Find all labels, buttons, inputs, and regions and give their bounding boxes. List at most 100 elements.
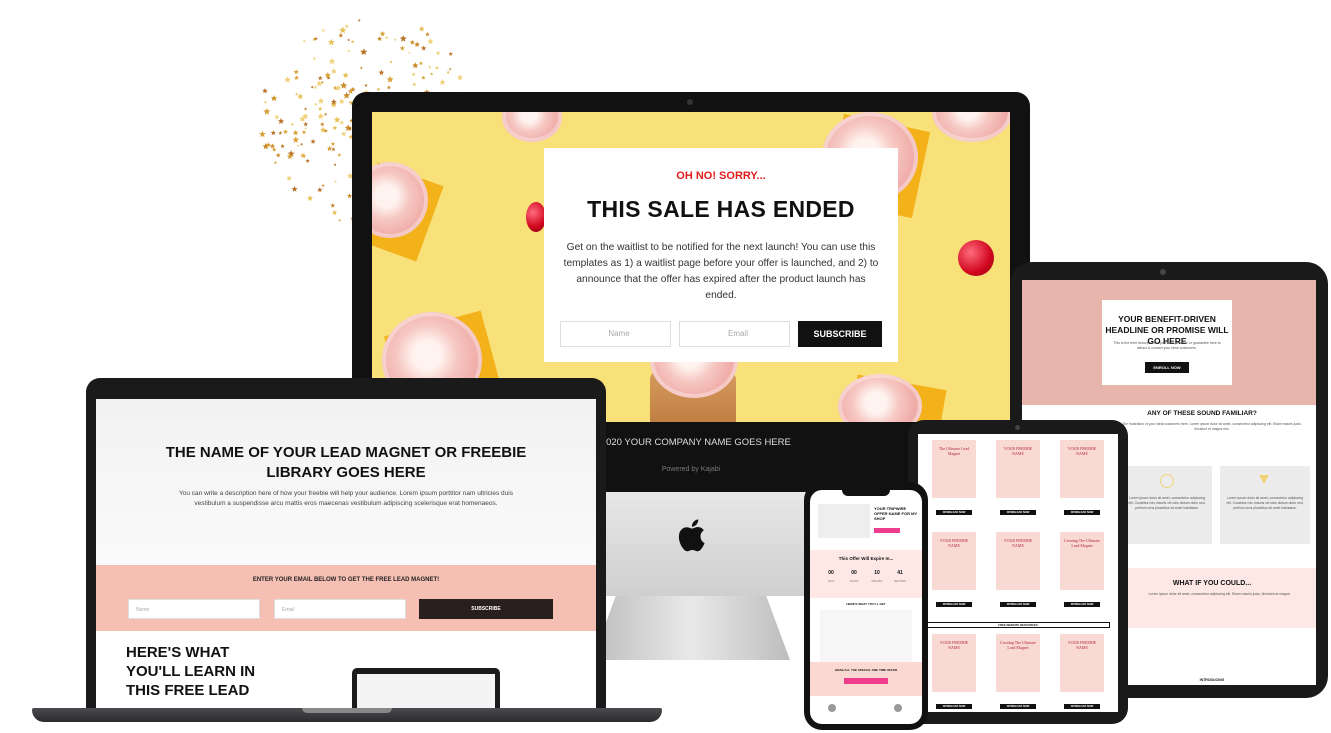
star-icon	[331, 209, 338, 215]
star-icon	[317, 75, 323, 81]
freebie-card: YOUR FREEBIE NAME DOWNLOAD NOW	[1054, 440, 1110, 522]
download-button[interactable]: DOWNLOAD NOW	[1000, 602, 1036, 607]
buy-button[interactable]	[874, 528, 900, 533]
freebie-title: YOUR FREEBIE NAME	[1003, 538, 1033, 548]
star-icon	[286, 175, 293, 181]
triangle-icon	[1259, 475, 1269, 484]
star-icon	[333, 163, 337, 166]
rose-image	[838, 374, 922, 422]
avatar	[894, 704, 902, 712]
email-input[interactable]: Email	[679, 321, 790, 347]
rose-image	[932, 112, 1010, 142]
subscribe-button[interactable]: SUBSCRIBE	[798, 321, 882, 347]
star-icon	[344, 124, 352, 132]
star-icon	[274, 114, 280, 120]
countdown-value: 41	[897, 570, 903, 576]
star-icon	[300, 142, 303, 146]
star-icon	[324, 112, 328, 116]
star-icon	[357, 18, 361, 22]
star-icon	[340, 81, 348, 89]
lead-magnet-page: THE NAME OF YOUR LEAD MAGNET OR FREEBIE …	[96, 399, 596, 711]
countdown-label: SECONDS	[894, 580, 906, 583]
star-icon	[384, 35, 389, 40]
offer-button[interactable]	[844, 678, 888, 684]
star-icon	[291, 185, 298, 192]
star-icon	[303, 107, 308, 111]
star-icon	[321, 183, 325, 187]
offer-band-label: GRAB ALL THE SPECIAL ONE TIME OFFER	[834, 668, 898, 672]
download-button[interactable]: DOWNLOAD NOW	[936, 704, 972, 709]
star-icon	[305, 158, 310, 163]
what-if-heading: WHAT IF YOU COULD...	[1172, 580, 1252, 587]
freebie-card: The Ultimate Lead Magnet DOWNLOAD NOW	[926, 440, 982, 522]
star-icon	[280, 144, 285, 148]
star-icon	[262, 88, 268, 94]
enroll-button[interactable]: ENROLL NOW	[1145, 362, 1189, 373]
star-icon	[330, 68, 337, 74]
tripwire-page: YOUR TRIPWIRE OFFER NAME FOR MY SHOP Thi…	[810, 490, 922, 724]
sale-title: THIS SALE HAS ENDED	[587, 196, 855, 222]
star-icon	[347, 38, 351, 42]
freebie-title: Creating The Ultimate Lead Magnet	[1064, 538, 1100, 548]
star-icon	[296, 144, 300, 147]
avatar	[828, 704, 836, 712]
download-button[interactable]: DOWNLOAD NOW	[1000, 704, 1036, 709]
download-button[interactable]: DOWNLOAD NOW	[1064, 510, 1100, 515]
name-input[interactable]: Name	[128, 599, 260, 619]
countdown-label: HOURS	[849, 580, 859, 583]
download-button[interactable]: DOWNLOAD NOW	[936, 602, 972, 607]
familiar-description: The frustration of your ideal customers …	[1122, 422, 1302, 431]
subscribe-button[interactable]: SUBSCRIBE	[419, 599, 553, 619]
star-icon	[386, 85, 391, 90]
product-image	[818, 504, 870, 538]
download-button[interactable]: DOWNLOAD NOW	[1000, 510, 1036, 515]
download-button[interactable]: DOWNLOAD NOW	[1064, 602, 1100, 607]
countdown-label: DAYS	[827, 580, 835, 583]
hero-card: YOUR BENEFIT-DRIVEN HEADLINE OR PROMISE …	[1102, 300, 1232, 385]
star-icon	[301, 130, 307, 135]
content-block	[820, 610, 912, 662]
name-input[interactable]: Name	[560, 321, 671, 347]
camera-icon	[687, 99, 693, 105]
star-icon	[310, 85, 314, 89]
star-icon	[338, 32, 344, 38]
sale-ended-page: OH NO! SORRY... THIS SALE HAS ENDED Get …	[372, 112, 1010, 422]
star-icon	[330, 141, 336, 146]
sale-kicker: OH NO! SORRY...	[676, 170, 766, 182]
download-button[interactable]: DOWNLOAD NOW	[936, 510, 972, 515]
star-icon	[292, 129, 299, 136]
learn-heading: HERE'S WHAT YOU'LL LEARN IN THIS FREE LE…	[126, 644, 256, 699]
pain-card: Lorem ipsum dolor sit amet, consectetur …	[1122, 466, 1212, 544]
star-icon	[379, 30, 386, 37]
optin-band	[96, 565, 596, 631]
freebie-title: YOUR FREEBIE NAME	[1067, 640, 1097, 650]
freebie-title: YOUR FREEBIE NAME	[939, 538, 969, 548]
introducing-label: INTRODUCING	[1199, 678, 1225, 682]
star-icon	[263, 108, 271, 115]
star-icon	[330, 203, 336, 208]
star-icon	[414, 41, 420, 47]
countdown-value: 10	[874, 570, 880, 576]
star-icon	[439, 79, 446, 85]
apple-logo-icon	[678, 519, 705, 552]
star-icon	[312, 56, 317, 60]
laptop-mockup: THE NAME OF YOUR LEAD MAGNET OR FREEBIE …	[32, 378, 662, 730]
freebie-library-page: FREE WEBSITE RESOURCES The Ultimate Lead…	[918, 434, 1118, 712]
small-tablet-mockup: FREE WEBSITE RESOURCES The Ultimate Lead…	[908, 420, 1128, 724]
what-if-description: Lorem ipsum dolor sit amet, consectetur …	[1148, 592, 1291, 596]
freebie-card: YOUR FREEBIE NAME DOWNLOAD NOW	[990, 440, 1046, 522]
star-icon	[320, 122, 325, 127]
star-icon	[302, 39, 306, 43]
cherry-image	[526, 202, 546, 232]
email-input[interactable]: Email	[274, 599, 406, 619]
section-label: HERE'S WHAT YOU'LL GET	[846, 602, 886, 606]
star-icon	[457, 74, 464, 81]
star-icon	[408, 51, 411, 54]
star-icon	[293, 69, 299, 75]
star-icon	[292, 136, 300, 143]
star-icon	[314, 102, 318, 106]
star-icon	[393, 38, 397, 41]
star-icon	[339, 120, 345, 125]
download-button[interactable]: DOWNLOAD NOW	[1064, 704, 1100, 709]
star-icon	[389, 60, 393, 64]
